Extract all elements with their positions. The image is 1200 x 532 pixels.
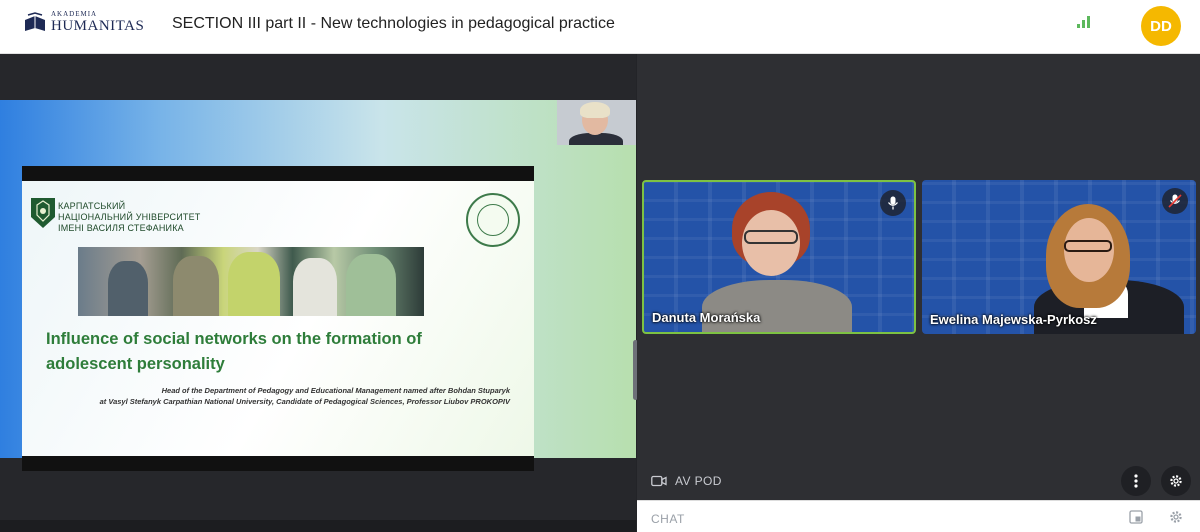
- presentation-slide: КАРПАТСЬКИЙ НАЦІОНАЛЬНИЙ УНІВЕРСИТЕТ ІМЕ…: [22, 166, 534, 471]
- bottom-strip: [0, 520, 636, 532]
- humanitas-logo[interactable]: AKADEMIA HUMANITAS: [24, 11, 144, 34]
- chat-bar[interactable]: CHAT: [637, 500, 1200, 532]
- logo-big-text: HUMANITAS: [51, 18, 145, 34]
- av-pod-bar: AV POD: [637, 466, 1200, 498]
- slide-heading: Influence of social networks on the form…: [46, 330, 422, 373]
- top-header: AKADEMIA HUMANITAS SECTION III part II -…: [0, 0, 1200, 54]
- logo-book-icon: [25, 11, 45, 31]
- user-avatar[interactable]: DD: [1141, 6, 1181, 46]
- participant-name: Ewelina Majewska-Pyrkosz: [930, 312, 1097, 327]
- av-settings-button[interactable]: [1161, 466, 1191, 496]
- signal-bars-icon[interactable]: [1077, 16, 1091, 28]
- presentation-area: КАРПАТСЬКИЙ НАЦІОНАЛЬНИЙ УНІВЕРСИТЕТ ІМЕ…: [0, 54, 638, 532]
- slide-subtitle: Head of the Department of Pedagogy and E…: [99, 386, 510, 406]
- microphone-muted-icon[interactable]: [1162, 188, 1188, 214]
- vertical-dots-icon: [1134, 474, 1138, 488]
- chat-settings-gear-icon[interactable]: [1169, 510, 1183, 524]
- participant-tile-danuta[interactable]: Danuta Morańska: [642, 180, 916, 334]
- microphone-icon[interactable]: [880, 190, 906, 216]
- more-options-button[interactable]: [1121, 466, 1151, 496]
- gear-icon: [1170, 475, 1182, 487]
- department-seal-icon: [466, 193, 520, 247]
- chat-label: CHAT: [651, 512, 685, 526]
- logo-small-text: AKADEMIA: [51, 10, 98, 18]
- participants-panel: Danuta Morańska Ewelina Majewska-Pyrkosz…: [637, 54, 1200, 532]
- participant-tile-ewelina[interactable]: Ewelina Majewska-Pyrkosz: [922, 180, 1196, 334]
- shared-screen: КАРПАТСЬКИЙ НАЦІОНАЛЬНИЙ УНІВЕРСИТЕТ ІМЕ…: [0, 100, 636, 471]
- university-shield-icon: [31, 198, 55, 228]
- participant-name: Danuta Morańska: [652, 310, 761, 325]
- camera-icon: [651, 475, 667, 487]
- slide-photo: [78, 247, 424, 316]
- university-name: КАРПАТСЬКИЙ НАЦІОНАЛЬНИЙ УНІВЕРСИТЕТ ІМЕ…: [58, 201, 201, 233]
- popout-icon[interactable]: [1129, 510, 1143, 524]
- meeting-title: SECTION III part II - New technologies i…: [172, 15, 615, 32]
- av-pod-label: AV POD: [675, 474, 722, 488]
- presenter-thumbnail[interactable]: [557, 100, 636, 145]
